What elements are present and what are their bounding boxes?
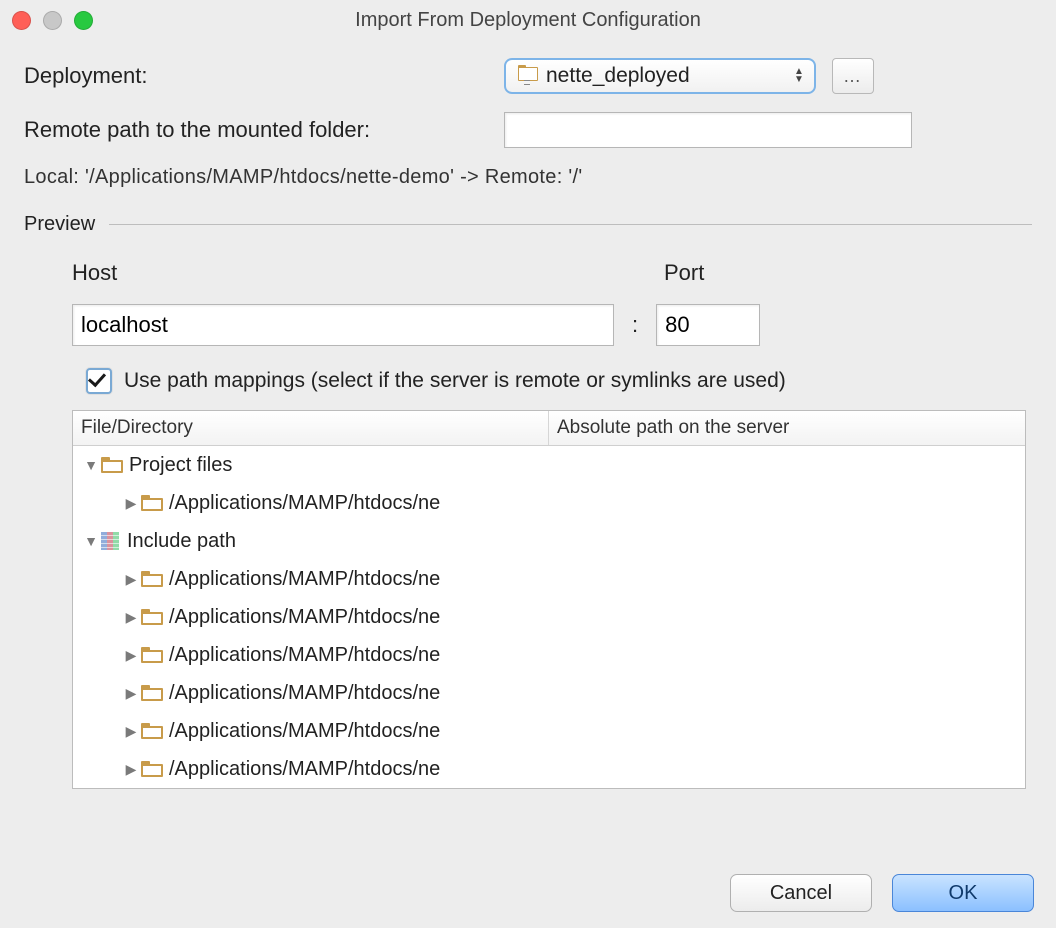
titlebar: Import From Deployment Configuration [0, 0, 1056, 40]
deployment-selected-value: nette_deployed [538, 64, 786, 88]
tree-row-label: Project files [129, 454, 232, 477]
combobox-stepper-icon: ▲▼ [792, 69, 806, 83]
window-controls [12, 11, 93, 30]
tree-row[interactable]: ▶ /Applications/MAMP/htdocs/ne [73, 560, 1025, 598]
tree-row[interactable]: ▼ Project files [73, 446, 1025, 484]
tree-row[interactable]: ▶ /Applications/MAMP/htdocs/ne [73, 750, 1025, 788]
column-header-absolute-path[interactable]: Absolute path on the server [549, 411, 1025, 445]
tree-row-label: /Applications/MAMP/htdocs/ne [169, 758, 440, 781]
disclosure-collapsed-icon[interactable]: ▶ [121, 647, 141, 664]
minimize-window-button[interactable] [43, 11, 62, 30]
table-header: File/Directory Absolute path on the serv… [73, 411, 1025, 446]
disclosure-collapsed-icon[interactable]: ▶ [121, 723, 141, 740]
disclosure-collapsed-icon[interactable]: ▶ [121, 685, 141, 702]
use-path-mappings-row: Use path mappings (select if the server … [86, 368, 1032, 394]
host-port-labels-row: Host Port [72, 260, 1032, 296]
folder-icon [141, 723, 163, 739]
maximize-window-button[interactable] [74, 11, 93, 30]
tree-row-label: /Applications/MAMP/htdocs/ne [169, 492, 440, 515]
folder-icon [141, 761, 163, 777]
preview-label: Preview [24, 213, 95, 236]
folder-icon [141, 495, 163, 511]
disclosure-expanded-icon[interactable]: ▼ [81, 533, 101, 549]
deployment-row: Deployment: nette_deployed ▲▼ … [24, 58, 1032, 94]
deployment-combobox[interactable]: nette_deployed ▲▼ [504, 58, 816, 94]
ok-button[interactable]: OK [892, 874, 1034, 912]
host-input[interactable] [72, 304, 614, 346]
folder-icon [141, 685, 163, 701]
column-header-file-directory[interactable]: File/Directory [73, 411, 549, 445]
remote-path-label: Remote path to the mounted folder: [24, 117, 504, 143]
preview-section-header: Preview [24, 213, 1032, 236]
tree-row[interactable]: ▶ /Applications/MAMP/htdocs/ne [73, 598, 1025, 636]
tree-row[interactable]: ▶ /Applications/MAMP/htdocs/ne [73, 636, 1025, 674]
tree-row[interactable]: ▼ Include path [73, 522, 1025, 560]
library-icon [101, 532, 119, 550]
tree-row-label: /Applications/MAMP/htdocs/ne [169, 606, 440, 629]
host-port-separator: : [632, 312, 638, 338]
divider [109, 224, 1032, 225]
tree-row-label: /Applications/MAMP/htdocs/ne [169, 682, 440, 705]
window-title: Import From Deployment Configuration [0, 9, 1056, 32]
folder-icon [101, 457, 123, 473]
close-window-button[interactable] [12, 11, 31, 30]
disclosure-collapsed-icon[interactable]: ▶ [121, 495, 141, 512]
deployment-label: Deployment: [24, 63, 504, 89]
tree-row-label: /Applications/MAMP/htdocs/ne [169, 568, 440, 591]
table-body: ▼ Project files ▶ /Applications/MAMP/htdocs… [73, 446, 1025, 788]
remote-path-input[interactable] [504, 112, 912, 148]
disclosure-collapsed-icon[interactable]: ▶ [121, 761, 141, 778]
port-label: Port [664, 260, 704, 286]
host-port-inputs-row: : [72, 304, 1032, 346]
folder-icon [141, 609, 163, 625]
server-folder-icon [516, 67, 538, 85]
dialog-footer: Cancel OK [730, 874, 1034, 912]
browse-deployment-button[interactable]: … [832, 58, 874, 94]
tree-row-label: /Applications/MAMP/htdocs/ne [169, 720, 440, 743]
tree-row-label: /Applications/MAMP/htdocs/ne [169, 644, 440, 667]
host-label: Host [72, 260, 664, 286]
tree-row-label: Include path [127, 530, 236, 553]
tree-row[interactable]: ▶ /Applications/MAMP/htdocs/ne [73, 484, 1025, 522]
remote-path-row: Remote path to the mounted folder: [24, 112, 1032, 148]
folder-icon [141, 571, 163, 587]
disclosure-collapsed-icon[interactable]: ▶ [121, 609, 141, 626]
use-path-mappings-checkbox[interactable] [86, 368, 112, 394]
disclosure-collapsed-icon[interactable]: ▶ [121, 571, 141, 588]
tree-row[interactable]: ▶ /Applications/MAMP/htdocs/ne [73, 674, 1025, 712]
use-path-mappings-label: Use path mappings (select if the server … [124, 369, 786, 393]
disclosure-expanded-icon[interactable]: ▼ [81, 457, 101, 473]
folder-icon [141, 647, 163, 663]
cancel-button[interactable]: Cancel [730, 874, 872, 912]
mapping-summary-text: Local: '/Applications/MAMP/htdocs/nette-… [24, 166, 1032, 189]
tree-row[interactable]: ▶ /Applications/MAMP/htdocs/ne [73, 712, 1025, 750]
path-mappings-table: File/Directory Absolute path on the serv… [72, 410, 1026, 789]
port-input[interactable] [656, 304, 760, 346]
